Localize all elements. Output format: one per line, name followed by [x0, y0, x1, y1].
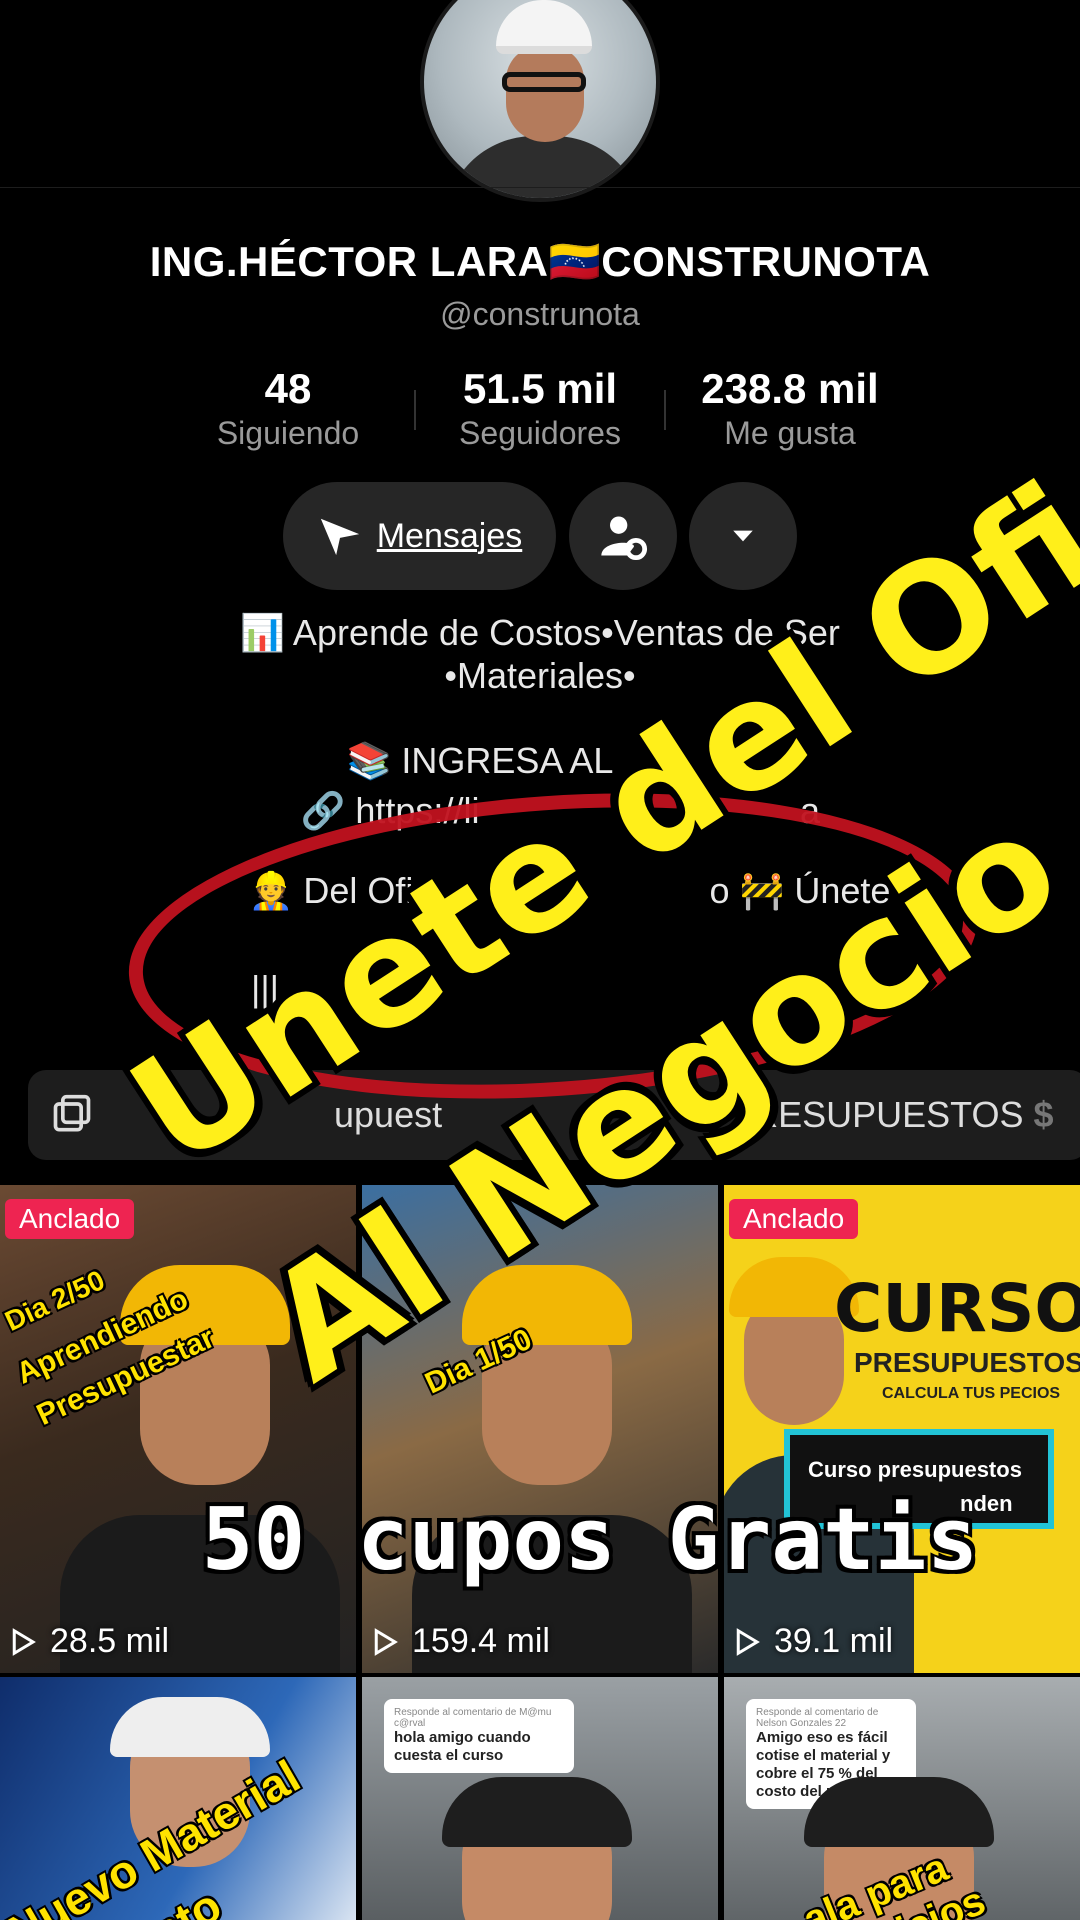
avatar-helmet: [496, 0, 592, 54]
stat-following-label: Siguiendo: [216, 415, 360, 451]
stat-likes-label: Me gusta: [724, 415, 856, 451]
avatar-face: [506, 46, 584, 142]
chevron-down-icon: [733, 530, 753, 542]
comment-header: Responde al comentario de M@mu c@rval: [394, 1707, 552, 1729]
add-friend-button[interactable]: [569, 482, 677, 590]
video-tile[interactable]: Anclado CURSO PRESUPUESTOS CALCULA TUS P…: [724, 1185, 1080, 1673]
stat-followers[interactable]: 51.5 mil Seguidores: [420, 365, 660, 452]
profile-handle: @construnota: [440, 296, 640, 332]
more-options-button[interactable]: [689, 482, 797, 590]
video-tile[interactable]: Responde al comentario de M@mu c@rval ho…: [362, 1677, 718, 1920]
view-count: 159.4 mil: [370, 1622, 550, 1661]
messages-label: Mensajes: [376, 516, 523, 555]
view-count: 28.5 mil: [8, 1622, 169, 1661]
thumbnail-box-text: Curso presupuestos: [808, 1457, 1022, 1482]
stat-likes[interactable]: 238.8 mil Me gusta: [670, 365, 910, 452]
comment-card: Responde al comentario de M@mu c@rval ho…: [384, 1699, 574, 1773]
avatar-shirt: [444, 136, 644, 198]
comment-header: Responde al comentario de Nelson Gonzale…: [756, 1707, 879, 1729]
user-settings-icon: [601, 516, 648, 561]
profile-name: ING.HÉCTOR LARA🇻🇪CONSTRUNOTA: [149, 238, 931, 285]
play-icon: [736, 1627, 760, 1656]
dollar-icon: $: [1033, 1094, 1054, 1135]
comment-text: hola amigo cuando cuesta el curso: [394, 1729, 531, 1764]
thumbnail-subtitle-2: CALCULA TUS PECIOS: [882, 1385, 1061, 1402]
thumbnail-subtitle: PRESUPUESTOS: [854, 1347, 1080, 1378]
profile-avatar[interactable]: [420, 0, 660, 202]
video-tile[interactable]: Nuevo Material nto: [0, 1677, 356, 1920]
divider: [0, 187, 1080, 188]
play-icon: [12, 1627, 36, 1656]
play-icon: [374, 1627, 398, 1656]
view-count: 39.1 mil: [732, 1622, 893, 1661]
playlist-icon: [53, 1094, 91, 1132]
stat-followers-value: 51.5 mil: [462, 365, 618, 412]
stat-following[interactable]: 48 Siguiendo: [168, 365, 408, 452]
pinned-badge: Anclado: [729, 1199, 859, 1239]
stat-followers-label: Seguidores: [459, 415, 621, 451]
view-count-value: 39.1 mil: [774, 1622, 894, 1660]
messages-button[interactable]: Mensajes: [283, 482, 556, 590]
promo-bottom-text: 50 cupos Gratis: [201, 1490, 979, 1590]
video-tile[interactable]: Responde al comentario de Nelson Gonzale…: [724, 1677, 1080, 1920]
view-count-value: 28.5 mil: [50, 1622, 170, 1660]
stat-following-value: 48: [264, 365, 312, 412]
view-count-value: 159.4 mil: [412, 1622, 550, 1660]
stat-divider: [664, 390, 666, 430]
pinned-badge: Anclado: [5, 1199, 135, 1239]
stat-likes-value: 238.8 mil: [701, 365, 879, 412]
avatar-glasses: [502, 72, 586, 92]
send-icon: [320, 518, 359, 556]
stat-divider: [414, 390, 416, 430]
thumbnail-title: CURSO: [834, 1270, 1080, 1347]
